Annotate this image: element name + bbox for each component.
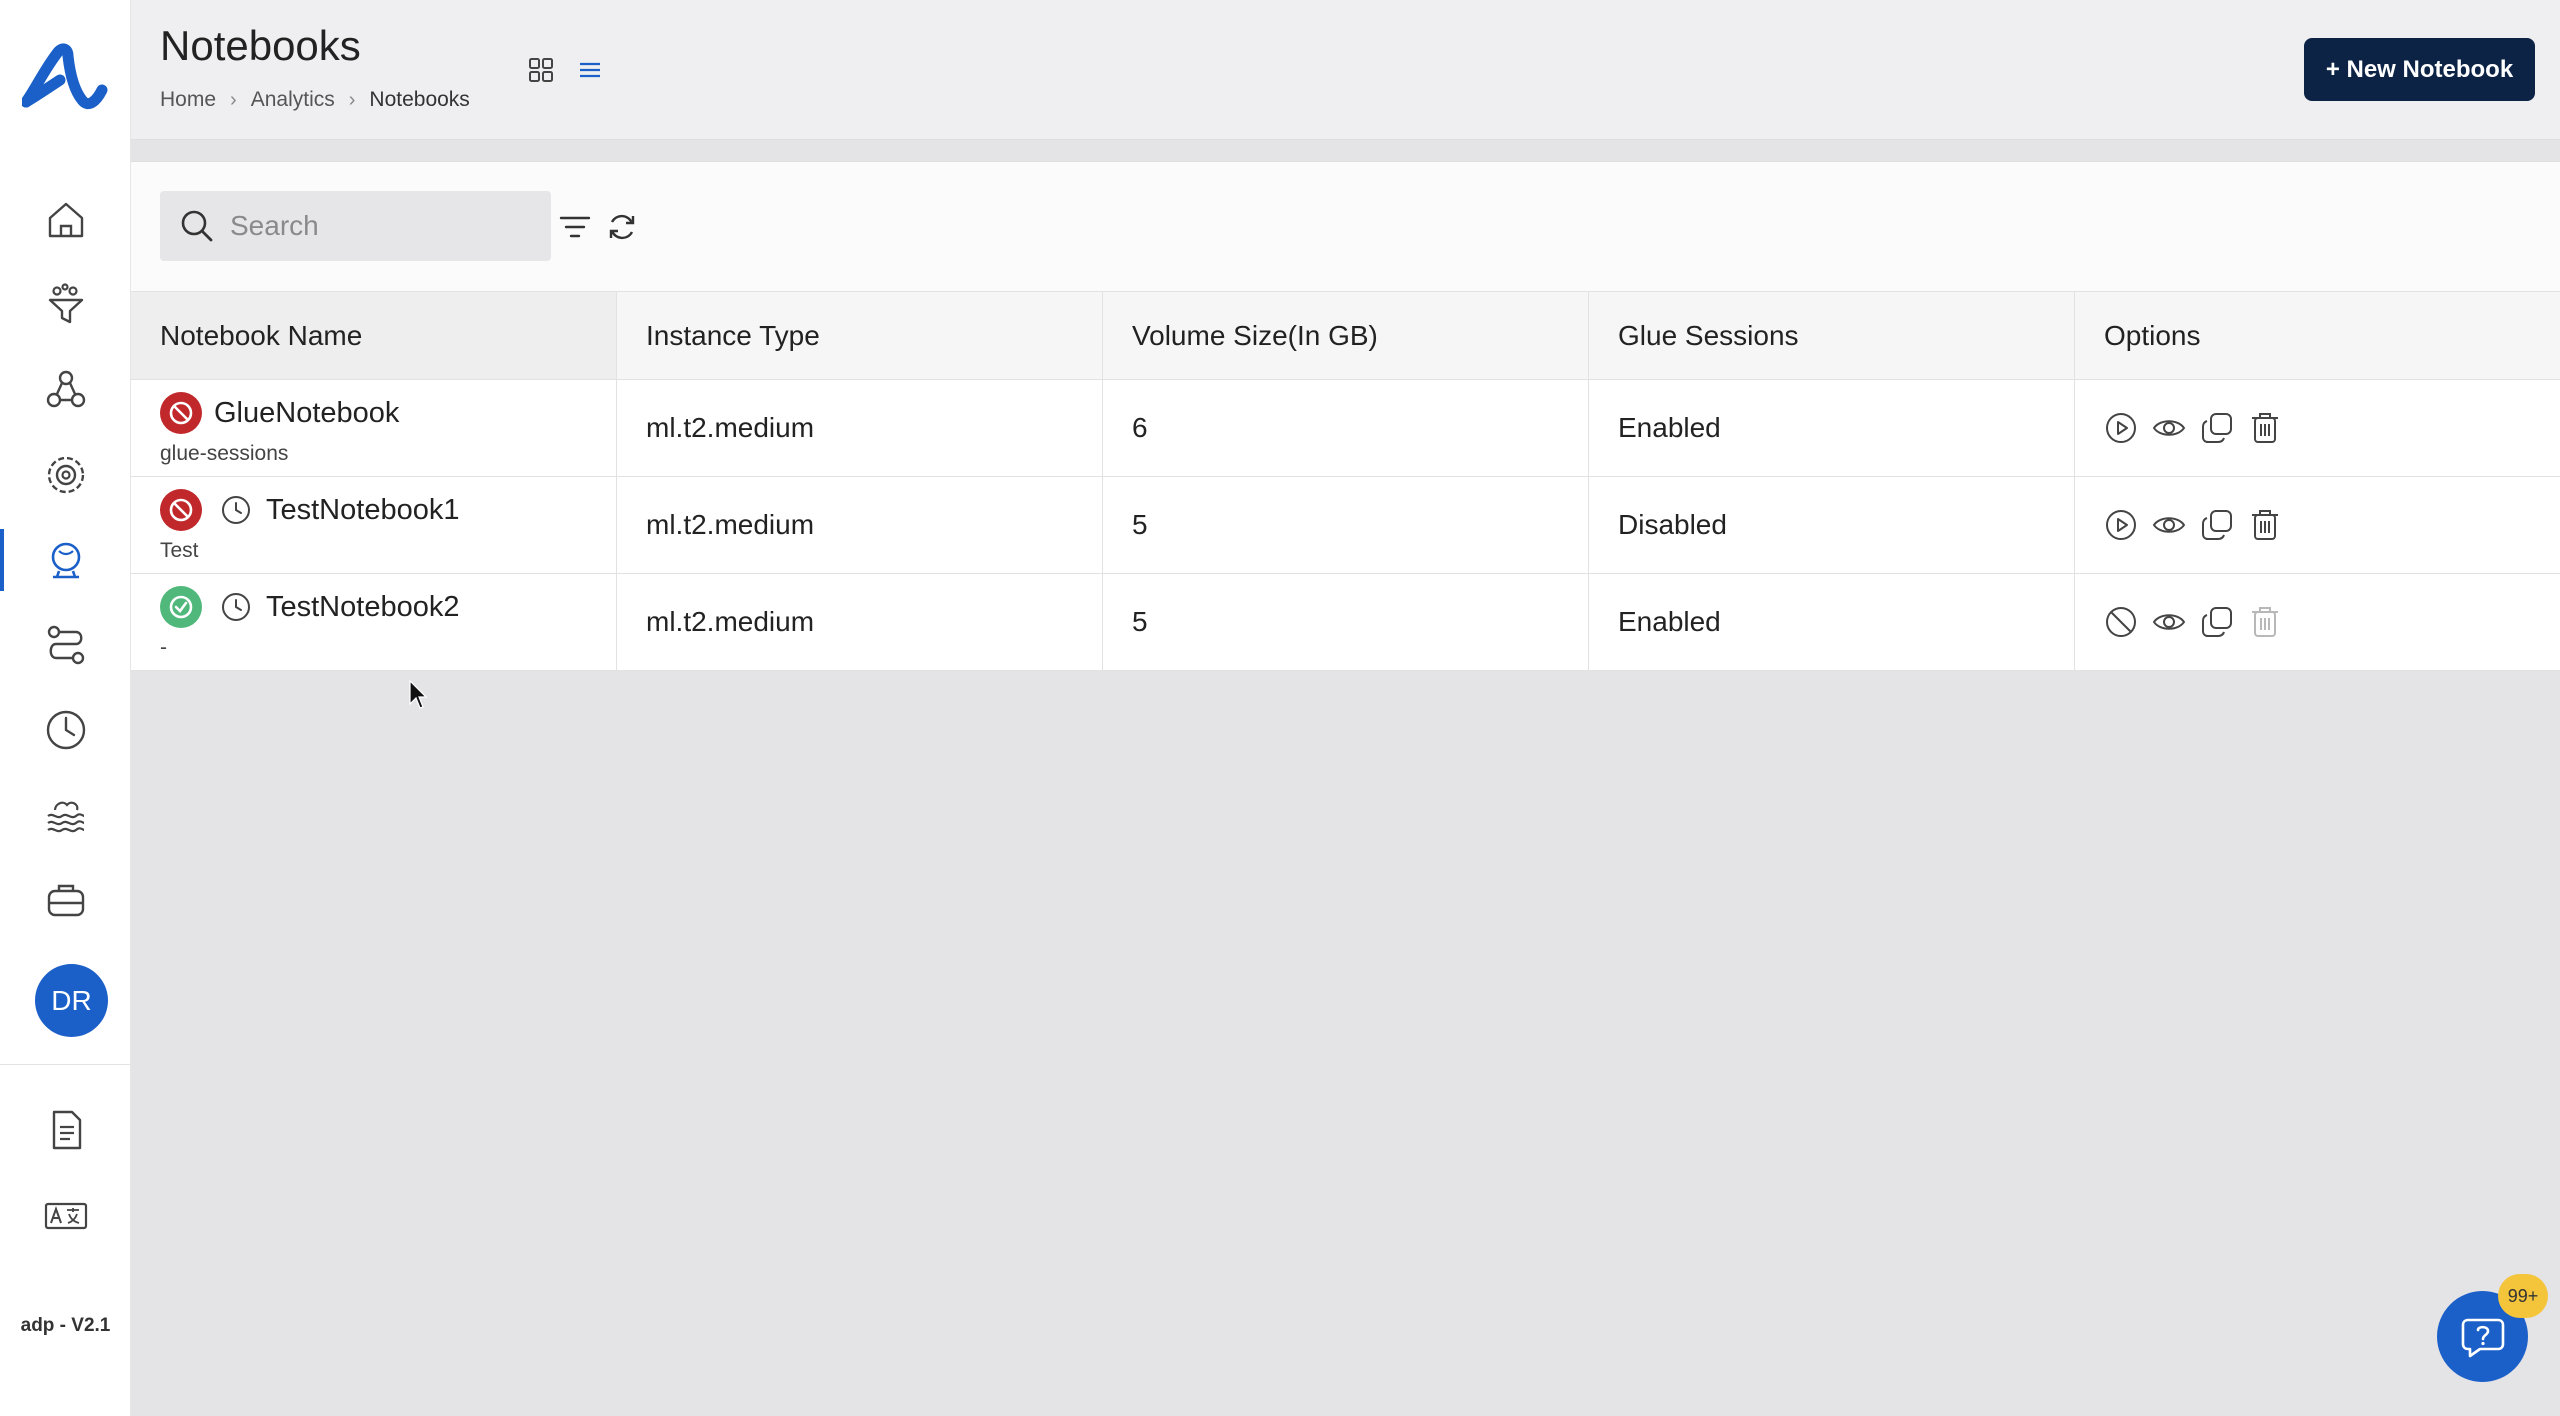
app-version: adp - V2.1 bbox=[20, 1315, 111, 1336]
app-logo[interactable] bbox=[22, 40, 110, 116]
nav-ingestion[interactable] bbox=[0, 270, 131, 340]
avatar-initials: DR bbox=[51, 984, 92, 1016]
chevron-right-icon: › bbox=[348, 88, 356, 111]
start-play-icon[interactable] bbox=[2104, 508, 2138, 542]
nav-home[interactable] bbox=[0, 185, 131, 255]
table-row[interactable]: TestNotebook2 - ml.t2.medium 5 Enabled bbox=[131, 574, 2560, 671]
delete-trash-icon-disabled bbox=[2252, 607, 2278, 637]
nav-settings[interactable] bbox=[0, 440, 131, 510]
view-eye-icon[interactable] bbox=[2152, 605, 2186, 639]
volume-size-cell: 6 bbox=[1103, 380, 1589, 476]
clock-icon bbox=[46, 710, 85, 750]
grid-view-icon[interactable] bbox=[527, 56, 555, 84]
network-nodes-icon bbox=[46, 370, 85, 408]
notebook-name-cell: TestNotebook2 - bbox=[131, 574, 617, 670]
notebook-name[interactable]: GlueNotebook bbox=[214, 397, 399, 430]
refresh-icon[interactable] bbox=[605, 210, 639, 244]
glue-sessions-cell: Enabled bbox=[1589, 380, 2075, 476]
options-cell bbox=[2075, 574, 2560, 670]
translate-icon bbox=[44, 1202, 87, 1230]
table-toolbar bbox=[131, 161, 2560, 291]
copy-icon[interactable] bbox=[2200, 508, 2234, 542]
copy-icon[interactable] bbox=[2200, 411, 2234, 445]
nav-docs[interactable] bbox=[0, 1095, 131, 1165]
start-play-icon[interactable] bbox=[2104, 411, 2138, 445]
breadcrumb-analytics[interactable]: Analytics bbox=[251, 88, 335, 112]
breadcrumb: Home › Analytics › Notebooks bbox=[160, 88, 470, 112]
notebook-globe-icon bbox=[51, 542, 80, 579]
glue-sessions-cell: Enabled bbox=[1589, 574, 2075, 670]
breadcrumb-notebooks: Notebooks bbox=[369, 88, 470, 111]
stop-icon[interactable] bbox=[2104, 605, 2138, 639]
nav-scheduler[interactable] bbox=[0, 695, 131, 765]
table-header-row: Notebook Name Instance Type Volume Size(… bbox=[131, 291, 2560, 380]
sidebar: DR adp - V2.1 bbox=[0, 0, 131, 1416]
home-icon bbox=[48, 202, 83, 238]
search-input[interactable] bbox=[230, 210, 530, 242]
column-header-volume[interactable]: Volume Size(In GB) bbox=[1103, 292, 1589, 379]
view-eye-icon[interactable] bbox=[2152, 411, 2186, 445]
search-box[interactable] bbox=[160, 191, 551, 261]
notebook-name-cell: TestNotebook1 Test bbox=[131, 477, 617, 573]
column-header-name[interactable]: Notebook Name bbox=[131, 292, 617, 379]
notebook-name[interactable]: TestNotebook1 bbox=[266, 494, 459, 527]
schedule-clock-icon[interactable] bbox=[220, 494, 252, 526]
settings-gear-icon bbox=[47, 456, 84, 494]
page-title: Notebooks bbox=[160, 22, 361, 69]
status-running-icon bbox=[160, 586, 202, 628]
table-row[interactable]: GlueNotebook glue-sessions ml.t2.medium … bbox=[131, 380, 2560, 477]
nav-datalake[interactable] bbox=[0, 780, 131, 850]
notification-badge: 99+ bbox=[2498, 1274, 2548, 1318]
glue-sessions-cell: Disabled bbox=[1589, 477, 2075, 573]
sidebar-divider bbox=[0, 1064, 131, 1065]
breadcrumb-home[interactable]: Home bbox=[160, 88, 216, 112]
instance-type-cell: ml.t2.medium bbox=[617, 380, 1103, 476]
options-cell bbox=[2075, 477, 2560, 573]
column-header-glue[interactable]: Glue Sessions bbox=[1589, 292, 2075, 379]
nav-notebooks[interactable] bbox=[0, 525, 131, 595]
document-icon bbox=[52, 1110, 81, 1150]
status-stopped-icon bbox=[160, 392, 202, 434]
column-header-instance[interactable]: Instance Type bbox=[617, 292, 1103, 379]
view-eye-icon[interactable] bbox=[2152, 508, 2186, 542]
mouse-cursor-icon bbox=[409, 680, 427, 709]
delete-trash-icon[interactable] bbox=[2248, 508, 2282, 542]
schedule-clock-icon[interactable] bbox=[220, 591, 252, 623]
options-cell bbox=[2075, 380, 2560, 476]
table-row[interactable]: TestNotebook1 Test ml.t2.medium 5 Disabl… bbox=[131, 477, 2560, 574]
delete-trash-icon[interactable] bbox=[2248, 411, 2282, 445]
volume-size-cell: 5 bbox=[1103, 477, 1589, 573]
page-header: Notebooks Home › Analytics › Notebooks +… bbox=[131, 0, 2560, 140]
instance-type-cell: ml.t2.medium bbox=[617, 477, 1103, 573]
pipeline-icon bbox=[47, 625, 84, 665]
notebooks-table: Notebook Name Instance Type Volume Size(… bbox=[131, 291, 2560, 671]
list-view-icon[interactable] bbox=[576, 56, 604, 84]
status-stopped-icon bbox=[160, 489, 202, 531]
notebook-name[interactable]: TestNotebook2 bbox=[266, 591, 459, 624]
notebook-name-cell: GlueNotebook glue-sessions bbox=[131, 380, 617, 476]
copy-icon[interactable] bbox=[2200, 605, 2234, 639]
nav-storage[interactable] bbox=[0, 865, 131, 935]
chevron-right-icon: › bbox=[230, 88, 237, 111]
nav-language[interactable] bbox=[0, 1180, 131, 1250]
nav-graph[interactable] bbox=[0, 355, 131, 425]
filter-funnel-icon bbox=[48, 283, 83, 324]
help-chat-icon bbox=[2461, 1318, 2504, 1357]
user-avatar[interactable]: DR bbox=[35, 964, 108, 1037]
new-notebook-button[interactable]: + New Notebook bbox=[2304, 38, 2535, 101]
column-header-options: Options bbox=[2104, 319, 2201, 351]
data-lake-icon bbox=[46, 801, 84, 833]
filter-icon[interactable] bbox=[558, 210, 592, 244]
nav-pipelines[interactable] bbox=[0, 610, 131, 680]
instance-type-cell: ml.t2.medium bbox=[617, 574, 1103, 670]
storage-icon bbox=[47, 884, 84, 917]
notebook-description: - bbox=[160, 636, 167, 659]
search-icon bbox=[181, 210, 213, 242]
notebook-description: Test bbox=[160, 539, 199, 562]
volume-size-cell: 5 bbox=[1103, 574, 1589, 670]
notebook-description: glue-sessions bbox=[160, 442, 289, 465]
